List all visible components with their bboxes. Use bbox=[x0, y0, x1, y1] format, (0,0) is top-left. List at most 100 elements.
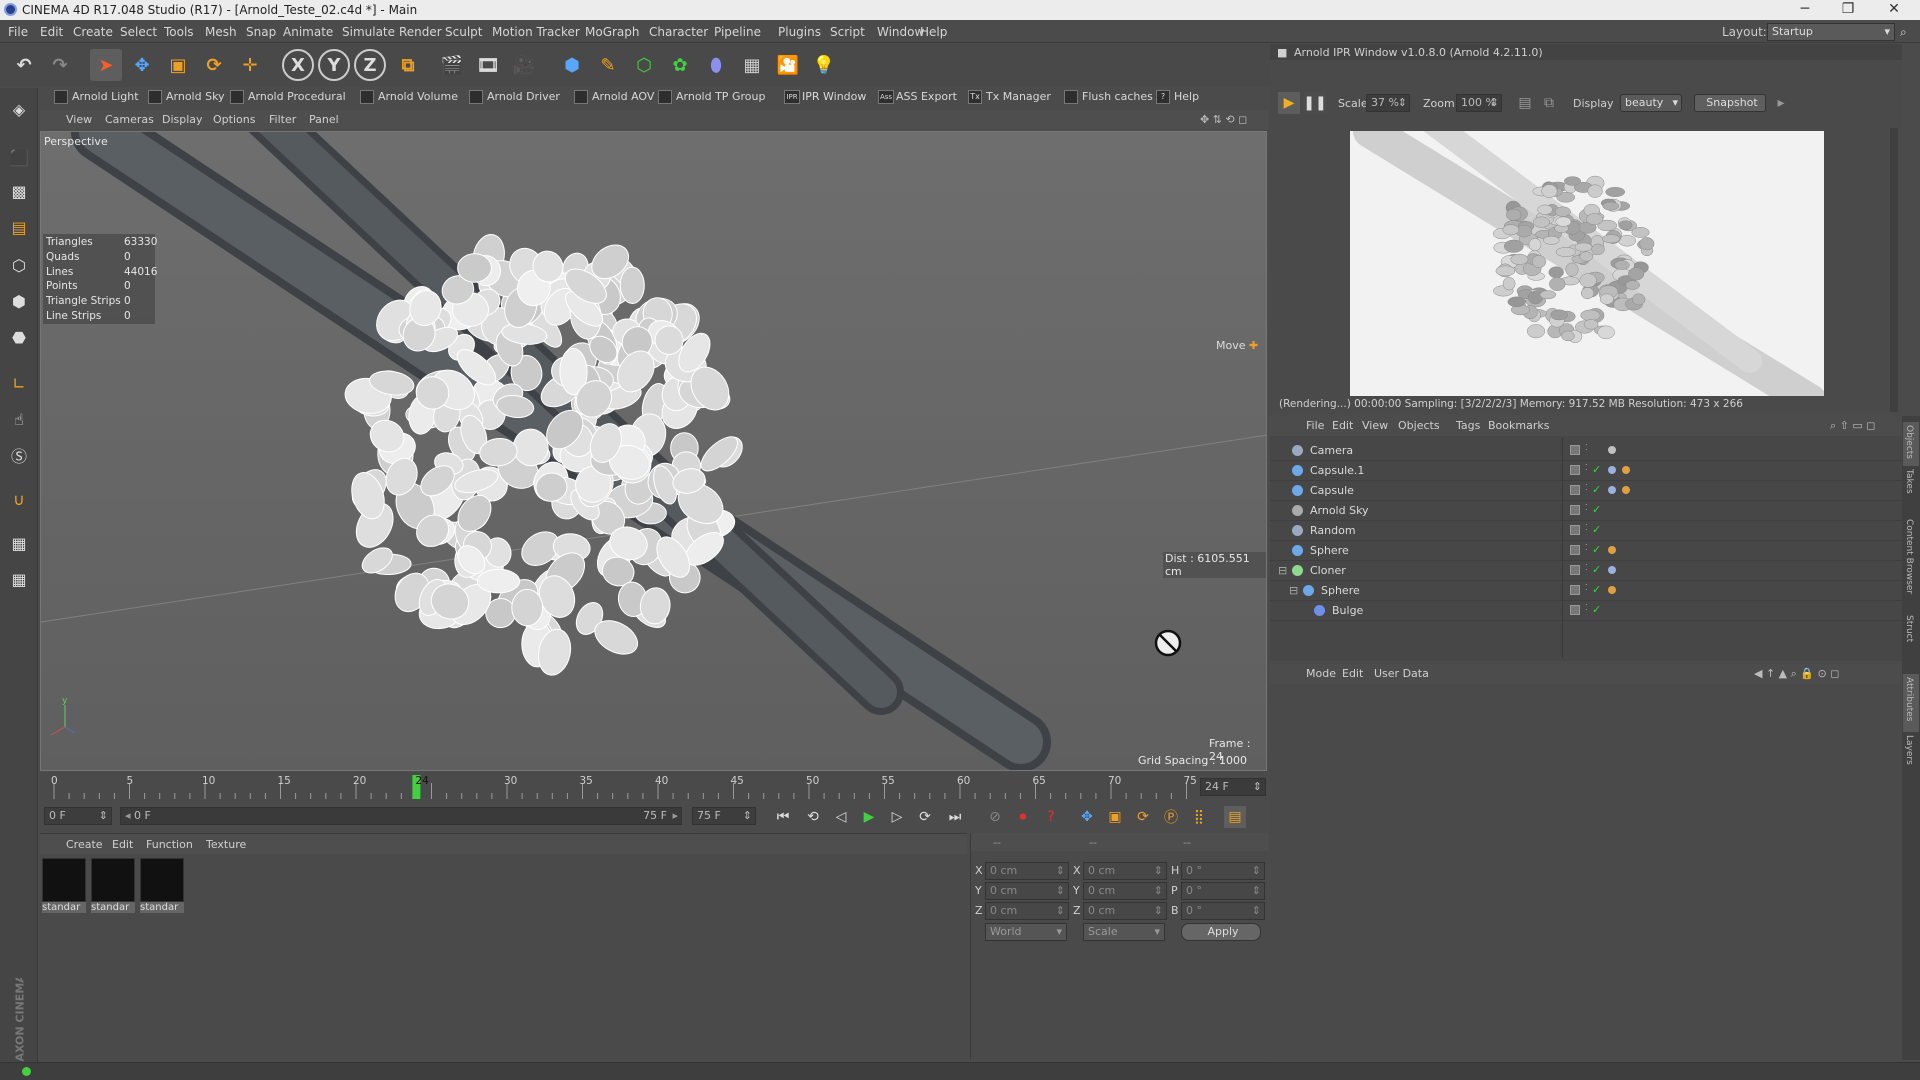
expand-icon[interactable]: ⊟ bbox=[1289, 584, 1298, 597]
object-menu-objects[interactable]: Objects bbox=[1398, 419, 1440, 432]
editor-render-visibility-icon[interactable]: ⁚ bbox=[1585, 583, 1588, 592]
coordinate-system-icon[interactable]: ⧉ bbox=[392, 49, 424, 81]
ipr-scrollbar[interactable] bbox=[1890, 128, 1898, 412]
layer-visibility-icon[interactable] bbox=[1570, 445, 1580, 455]
ipr-scale-field[interactable]: 37 % ⇕ bbox=[1366, 94, 1410, 112]
pen-spline-icon[interactable]: ✎ bbox=[592, 49, 624, 81]
menu-simulate[interactable]: Simulate bbox=[342, 25, 395, 39]
object-tag-icon[interactable] bbox=[1608, 466, 1616, 474]
menu-character[interactable]: Character bbox=[649, 25, 708, 39]
object-row-random[interactable]: Random ⁚ ✓ bbox=[1270, 521, 1902, 541]
current-frame-field[interactable]: 24 F ⇕ bbox=[1200, 778, 1266, 796]
arnold-ipr-window-button[interactable]: IPR IPR Window bbox=[784, 90, 866, 106]
edges-mode-icon[interactable]: ⬢ bbox=[4, 286, 34, 316]
render-settings-icon[interactable]: 🎥 bbox=[508, 49, 540, 81]
frame-range-slider[interactable]: ◂ 0 F 75 F ▸ bbox=[120, 807, 682, 825]
object-name[interactable]: Capsule.1 bbox=[1310, 464, 1364, 477]
layer-visibility-icon[interactable] bbox=[1570, 605, 1580, 615]
menu-animate[interactable]: Animate bbox=[283, 25, 333, 39]
coord-value-field[interactable]: 0 ° ⇕ bbox=[1181, 902, 1265, 920]
enabled-check-icon[interactable]: ✓ bbox=[1592, 463, 1601, 476]
keyframe-selection-icon[interactable]: ? bbox=[1040, 806, 1062, 828]
object-row-sphere[interactable]: ⊟ Sphere ⁚ ✓ bbox=[1270, 581, 1902, 601]
object-name[interactable]: Camera bbox=[1310, 444, 1353, 457]
viewport[interactable]: y Perspective Triangles 63330 Quads 0 Lines 4… bbox=[40, 131, 1267, 771]
scale-tool-icon[interactable]: ▣ bbox=[162, 49, 194, 81]
object-name[interactable]: Bulge bbox=[1332, 604, 1363, 617]
object-name[interactable]: Random bbox=[1310, 524, 1356, 537]
end-frame-field[interactable]: 75 F ⇕ bbox=[692, 807, 756, 825]
rotate-tool-icon[interactable]: ⟳ bbox=[198, 49, 230, 81]
tweak-mode-icon[interactable]: ☝ bbox=[4, 404, 34, 434]
material-menu-create[interactable]: Create bbox=[66, 838, 103, 851]
ipr-region-icon[interactable]: ▤ bbox=[1514, 92, 1536, 114]
coord-value-field[interactable]: 0 cm ⇕ bbox=[985, 862, 1069, 880]
editor-render-visibility-icon[interactable]: ⁚ bbox=[1585, 463, 1588, 472]
object-menu-edit[interactable]: Edit bbox=[1332, 419, 1353, 432]
object-tag-icon[interactable] bbox=[1608, 546, 1616, 554]
timeline-icon[interactable]: ▤ bbox=[1224, 806, 1246, 828]
menu-render[interactable]: Render bbox=[399, 25, 442, 39]
key-parameter-icon[interactable]: Ⓟ bbox=[1160, 806, 1182, 828]
cloner-icon[interactable]: ✿ bbox=[664, 49, 696, 81]
viewport-menu-view[interactable]: View bbox=[66, 113, 92, 126]
next-key-icon[interactable]: ⟳ bbox=[914, 806, 936, 828]
axis-mode-icon[interactable]: ∟ bbox=[4, 368, 34, 398]
enabled-check-icon[interactable]: ✓ bbox=[1592, 563, 1601, 576]
move-tool-icon[interactable]: ✥ bbox=[126, 49, 158, 81]
object-tag-icon[interactable] bbox=[1622, 486, 1630, 494]
arnold-arnold-tp-group-button[interactable]: Arnold TP Group bbox=[658, 90, 765, 106]
attribute-menu-mode[interactable]: Mode bbox=[1306, 667, 1336, 680]
magnet-icon[interactable]: ∪ bbox=[4, 484, 34, 514]
cube-icon[interactable]: ⬢ bbox=[556, 49, 588, 81]
texture-mode-icon[interactable]: ▩ bbox=[4, 176, 34, 206]
viewport-menu-options[interactable]: Options bbox=[213, 113, 255, 126]
minimize-icon[interactable]: ─ bbox=[1785, 1, 1825, 17]
timeline-ruler[interactable]: 0 5 10 15 20 24 30 35 40 45 50 55 60 65 70 75 24 F ⇕ bbox=[40, 773, 1267, 801]
make-editable-icon[interactable]: ◈ bbox=[4, 94, 34, 124]
ipr-display-select[interactable]: beauty ▾ bbox=[1620, 94, 1682, 112]
deformer-icon[interactable]: ⬮ bbox=[700, 49, 732, 81]
layer-visibility-icon[interactable] bbox=[1570, 565, 1580, 575]
viewport-nav-icons[interactable]: ✥ ⇅ ⟲ ◻ bbox=[1200, 113, 1247, 126]
layer-visibility-icon[interactable] bbox=[1570, 525, 1580, 535]
menu-window[interactable]: Window bbox=[877, 25, 924, 39]
redo-icon[interactable]: ↷ bbox=[44, 49, 76, 81]
object-tag-icon[interactable] bbox=[1608, 446, 1616, 454]
menu-edit[interactable]: Edit bbox=[40, 25, 63, 39]
side-tab-takes[interactable]: Takes bbox=[1903, 466, 1919, 503]
arnold-help-button[interactable]: ? Help bbox=[1156, 90, 1199, 106]
arnold-arnold-light-button[interactable]: Arnold Light bbox=[54, 90, 139, 106]
render-picture-viewer-icon[interactable]: 🎞 bbox=[472, 49, 504, 81]
ipr-pause-icon[interactable]: ❚❚ bbox=[1303, 92, 1327, 114]
object-row-camera[interactable]: Camera ⁚ bbox=[1270, 441, 1902, 461]
side-tab-objects[interactable]: Objects bbox=[1903, 422, 1919, 472]
go-to-end-icon[interactable]: ⏭ bbox=[944, 806, 966, 828]
ipr-play-icon[interactable]: ▶ bbox=[1278, 92, 1300, 114]
editor-render-visibility-icon[interactable]: ⁚ bbox=[1585, 563, 1588, 572]
object-tag-icon[interactable] bbox=[1608, 586, 1616, 594]
menu-tools[interactable]: Tools bbox=[164, 25, 194, 39]
object-search-icons[interactable]: ⌕ ⇧ ▭ ◻ bbox=[1830, 419, 1875, 433]
object-row-bulge[interactable]: Bulge ⁚ ✓ bbox=[1270, 601, 1902, 621]
object-row-capsule[interactable]: Capsule ⁚ ✓ bbox=[1270, 481, 1902, 501]
object-row-sphere[interactable]: Sphere ⁚ ✓ bbox=[1270, 541, 1902, 561]
workplane-lock-icon[interactable]: ▦ bbox=[4, 528, 34, 558]
step-back-icon[interactable]: ◁ bbox=[830, 806, 852, 828]
material-menu-texture[interactable]: Texture bbox=[206, 838, 246, 851]
live-selection-icon[interactable]: ✛ bbox=[234, 49, 266, 81]
x-axis-icon[interactable]: X bbox=[282, 49, 314, 81]
object-tag-icon[interactable] bbox=[1622, 466, 1630, 474]
coord-value-field[interactable]: 0 cm ⇕ bbox=[1083, 902, 1167, 920]
editor-render-visibility-icon[interactable]: ⁚ bbox=[1585, 543, 1588, 552]
viewport-menu-filter[interactable]: Filter bbox=[269, 113, 296, 126]
step-forward-icon[interactable]: ▷ bbox=[886, 806, 908, 828]
render-view-icon[interactable]: 🎬 bbox=[436, 49, 468, 81]
ipr-crop-icon[interactable]: ⧉ bbox=[1538, 92, 1560, 114]
autokey-icon[interactable]: ⏺ bbox=[1012, 806, 1034, 828]
object-menu-bookmarks[interactable]: Bookmarks bbox=[1488, 419, 1549, 432]
enabled-check-icon[interactable]: ✓ bbox=[1592, 603, 1601, 616]
key-rotation-icon[interactable]: ⟳ bbox=[1132, 806, 1154, 828]
z-axis-icon[interactable]: Z bbox=[354, 49, 386, 81]
coord-value-field[interactable]: 0 cm ⇕ bbox=[1083, 862, 1167, 880]
